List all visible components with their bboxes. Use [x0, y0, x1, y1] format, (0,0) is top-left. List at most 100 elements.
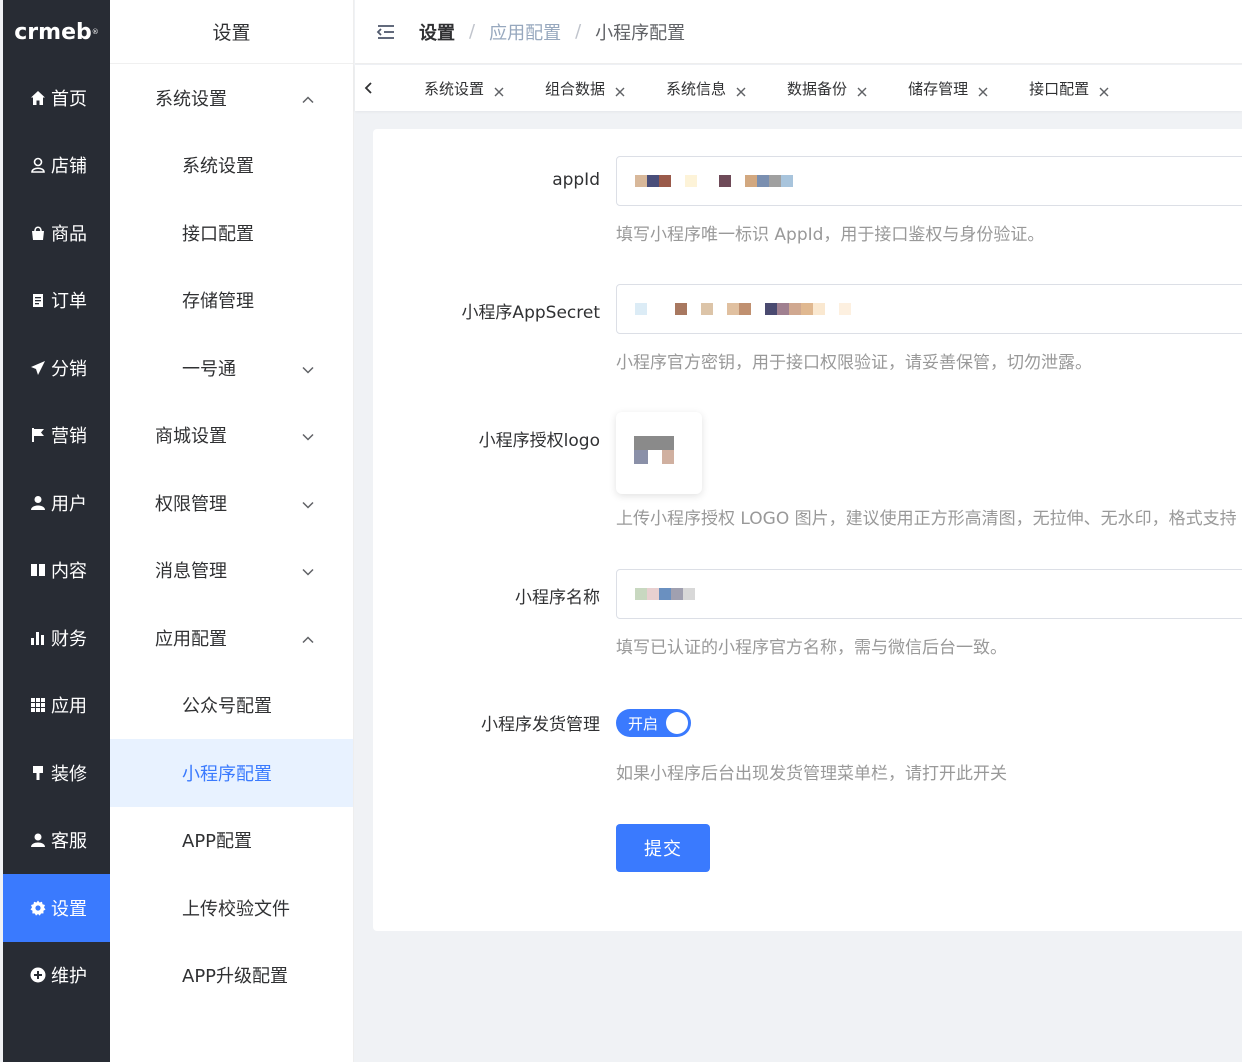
submenu-group[interactable]: 消息管理 — [110, 537, 353, 605]
submenu-label: 存储管理 — [182, 291, 254, 313]
submenu-label: 权限管理 — [155, 493, 227, 515]
main-nav-item[interactable]: 分销 — [3, 334, 110, 402]
main-nav-item[interactable]: 应用 — [3, 672, 110, 740]
submenu-item[interactable]: 存储管理 — [110, 267, 353, 335]
submit-button[interactable]: 提交 — [616, 824, 710, 872]
main-nav-item[interactable]: 维护 — [3, 942, 110, 1010]
appid-label: appId — [552, 170, 600, 190]
delivery-help: 如果小程序后台出现发货管理菜单栏，请打开此开关 — [616, 764, 1007, 784]
main-nav-item[interactable]: 财务 — [3, 604, 110, 672]
submenu-label: 消息管理 — [155, 561, 227, 583]
main-nav-item[interactable]: 用户 — [3, 469, 110, 537]
tab-label: 系统信息 — [666, 79, 727, 98]
tab-item[interactable]: 储存管理 — [908, 65, 1029, 111]
main-nav-item[interactable]: 客服 — [3, 807, 110, 875]
submenu-label: APP配置 — [182, 831, 253, 853]
close-icon[interactable] — [736, 83, 746, 97]
breadcrumb-item[interactable]: 应用配置 — [489, 19, 561, 45]
main-nav-item[interactable]: 营销 — [3, 402, 110, 470]
toggle-text: 开启 — [628, 714, 659, 733]
submenu-item[interactable]: 上传校验文件 — [110, 874, 353, 942]
chevron-up-icon — [301, 91, 315, 105]
tab-label: 组合数据 — [545, 79, 606, 98]
bar-chart-icon — [29, 629, 47, 647]
breadcrumb-separator: / — [575, 21, 582, 42]
submenu-label: 上传校验文件 — [182, 898, 290, 920]
tab-label: 数据备份 — [787, 79, 848, 98]
submenu-group[interactable]: 商城设置 — [110, 402, 353, 470]
main-nav-label: 设置 — [51, 898, 87, 920]
plus-circle-icon — [29, 966, 47, 984]
submenu-label: 一号通 — [182, 358, 236, 380]
logo-upload-image[interactable] — [616, 412, 702, 494]
store-icon — [29, 156, 47, 174]
appsecret-input[interactable] — [616, 284, 1242, 334]
logo-label: 小程序授权logo — [478, 431, 600, 451]
tab-item[interactable]: 系统信息 — [666, 65, 787, 111]
submenu-label: 商城设置 — [155, 426, 227, 448]
submenu-group[interactable]: 应用配置 — [110, 604, 353, 672]
brand-logo[interactable]: crmeb ® — [3, 0, 110, 64]
submenu-item[interactable]: 小程序配置 — [110, 739, 353, 807]
main-nav-item[interactable]: 商品 — [3, 199, 110, 267]
submenu-label: 系统设置 — [182, 156, 254, 178]
appsecret-label: 小程序AppSecret — [461, 303, 600, 323]
breadcrumb-item[interactable]: 设置 — [419, 19, 455, 45]
tab-item[interactable]: 组合数据 — [545, 65, 666, 111]
name-label: 小程序名称 — [515, 588, 600, 608]
submenu-label: APP升级配置 — [182, 966, 289, 988]
close-icon[interactable] — [857, 83, 867, 97]
book-icon — [29, 561, 47, 579]
chevron-down-icon — [301, 428, 315, 442]
submenu-item[interactable]: 公众号配置 — [110, 672, 353, 740]
submenu-item[interactable]: 接口配置 — [110, 199, 353, 267]
appid-input[interactable] — [616, 156, 1242, 206]
delivery-label: 小程序发货管理 — [481, 715, 600, 735]
close-icon[interactable] — [615, 83, 625, 97]
submenu-item[interactable]: 一号通 — [110, 334, 353, 402]
tab-item[interactable]: 接口配置 — [1029, 65, 1150, 111]
close-icon[interactable] — [494, 83, 504, 97]
tab-label: 储存管理 — [908, 79, 969, 98]
send-icon — [29, 359, 47, 377]
submenu-item[interactable]: APP升级配置 — [110, 942, 353, 1010]
submenu-item[interactable]: 系统设置 — [110, 132, 353, 200]
main-nav-item[interactable]: 店铺 — [3, 132, 110, 200]
delivery-toggle[interactable]: 开启 — [616, 709, 691, 737]
main-nav-item[interactable]: 设置 — [3, 874, 110, 942]
tab-item[interactable]: 系统设置 — [383, 65, 545, 111]
sub-sidebar: 设置 系统设置 系统设置 接口配置 存储管理 一号通 商城设置 权限管理 消息管理 应用配置 公众… — [110, 0, 354, 1062]
submenu-item[interactable]: APP配置 — [110, 807, 353, 875]
chevron-up-icon — [301, 631, 315, 645]
menu-fold-icon[interactable] — [375, 21, 397, 43]
order-icon — [29, 291, 47, 309]
flag-icon — [29, 426, 47, 444]
main-nav-item[interactable]: 内容 — [3, 537, 110, 605]
breadcrumb: 设置 / 应用配置 / 小程序配置 — [419, 19, 685, 45]
submenu-group[interactable]: 系统设置 — [110, 64, 353, 132]
name-input[interactable] — [616, 569, 1242, 619]
breadcrumb-separator: / — [469, 21, 476, 42]
chevron-left-icon[interactable] — [355, 65, 383, 111]
appsecret-help: 小程序官方密钥，用于接口权限验证，请妥善保管，切勿泄露。 — [616, 353, 1092, 373]
main-nav-label: 订单 — [51, 291, 87, 313]
config-form-card: appId 填写小程序唯一标识 AppId，用于接口鉴权与身份验证。 小程序Ap… — [373, 129, 1242, 931]
submenu-group[interactable]: 权限管理 — [110, 469, 353, 537]
close-icon[interactable] — [1099, 83, 1109, 97]
main-nav-item[interactable]: 订单 — [3, 267, 110, 335]
chevron-down-icon — [301, 563, 315, 577]
chevron-down-icon — [301, 496, 315, 510]
tab-label: 接口配置 — [1029, 79, 1090, 98]
name-help: 填写已认证的小程序官方名称，需与微信后台一致。 — [616, 638, 1007, 658]
submenu-label: 小程序配置 — [182, 763, 272, 785]
tab-bar: 系统设置 组合数据 系统信息 数据备份 储存管理 接口配置 — [355, 65, 1242, 111]
main-sidebar: crmeb ® 首页 店铺 商品订单分销 营销 用户 内容 财务 应用 装修 客服设置维护 — [3, 0, 110, 1062]
submenu-label: 公众号配置 — [182, 696, 272, 718]
grid-icon — [29, 696, 47, 714]
submenu-label: 系统设置 — [155, 88, 227, 110]
main-nav-item[interactable]: 装修 — [3, 739, 110, 807]
close-icon[interactable] — [978, 83, 988, 97]
tab-item[interactable]: 数据备份 — [787, 65, 908, 111]
tab-label: 系统设置 — [424, 79, 485, 98]
main-nav-item[interactable]: 首页 — [3, 64, 110, 132]
